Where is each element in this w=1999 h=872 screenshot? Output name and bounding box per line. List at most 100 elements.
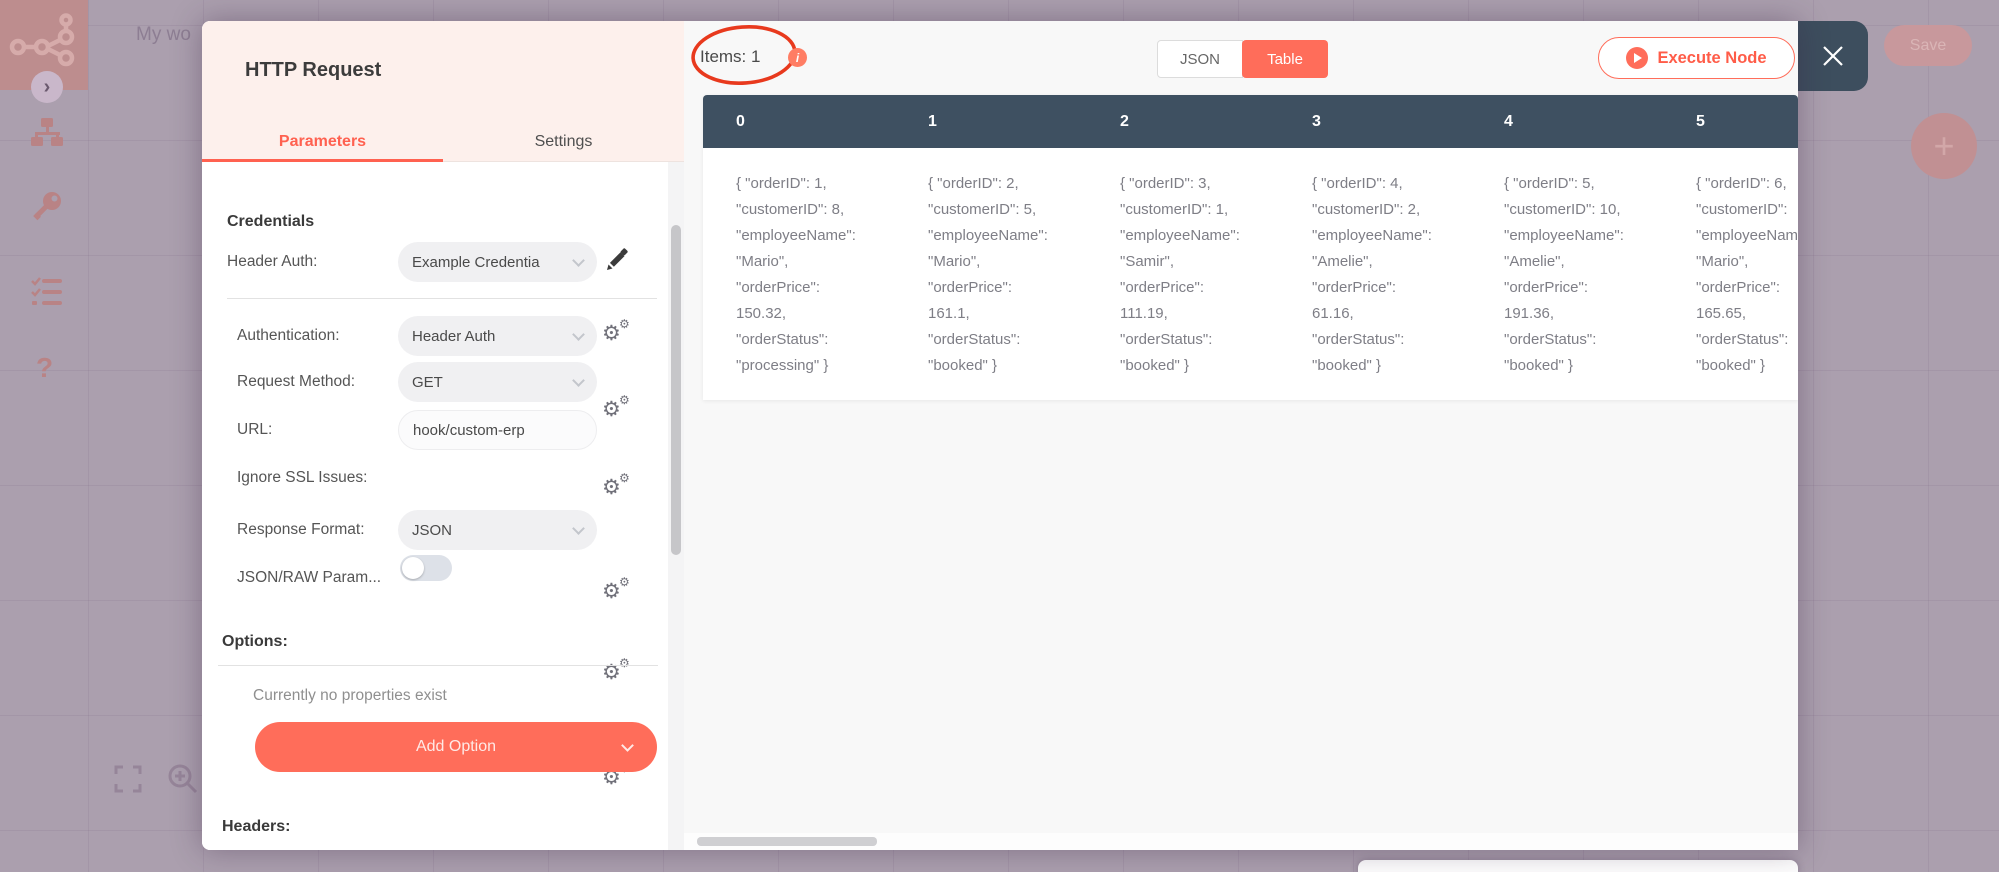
credentials-divider bbox=[227, 298, 657, 299]
output-table-row: { "orderID": 1, "customerID": 8, "employ… bbox=[703, 148, 1798, 379]
gear-small-icon: ⚙ bbox=[619, 317, 630, 331]
request-method-label: Request Method: bbox=[237, 373, 356, 390]
column-header: 3 bbox=[1312, 112, 1321, 130]
column-header: 0 bbox=[736, 112, 745, 130]
authentication-label: Authentication: bbox=[237, 327, 340, 344]
execute-node-button[interactable]: Execute Node bbox=[1598, 37, 1795, 79]
output-table-header: 0 1 2 3 4 5 bbox=[703, 95, 1798, 148]
table-cell: { "orderID": 3, "customerID": 1, "employ… bbox=[1120, 175, 1240, 374]
gear-small-icon: ⚙ bbox=[619, 393, 630, 407]
ignore-ssl-label: Ignore SSL Issues: bbox=[237, 469, 368, 486]
response-format-label: Response Format: bbox=[237, 521, 365, 538]
tab-settings[interactable]: Settings bbox=[443, 121, 684, 162]
view-toggle: JSON Table bbox=[1157, 40, 1328, 78]
app-root: › ? My wo Save + HTTP Request Parameters… bbox=[0, 0, 1999, 872]
gear-icon: ⚙ bbox=[602, 476, 621, 499]
notification-toast bbox=[1358, 860, 1798, 872]
request-method-settings-button[interactable]: ⚙ ⚙ bbox=[602, 393, 634, 427]
output-panel: Items: 1 i JSON Table Execute Node 0 1 2 bbox=[684, 21, 1798, 850]
gear-small-icon: ⚙ bbox=[619, 471, 630, 485]
table-cell: { "orderID": 6, "customerID": "employeeN… bbox=[1696, 175, 1798, 374]
url-settings-button[interactable]: ⚙ ⚙ bbox=[602, 471, 634, 505]
sidebar-item-workflows[interactable] bbox=[30, 116, 64, 155]
column-header: 1 bbox=[928, 112, 937, 130]
add-option-button[interactable]: Add Option bbox=[255, 722, 657, 772]
table-cell: { "orderID": 1, "customerID": 8, "employ… bbox=[736, 175, 856, 374]
zoom-in-button[interactable] bbox=[166, 762, 200, 801]
view-toggle-json[interactable]: JSON bbox=[1157, 40, 1243, 78]
header-auth-select[interactable]: Example Credentia bbox=[398, 242, 597, 282]
authentication-settings-button[interactable]: ⚙ ⚙ bbox=[602, 317, 634, 351]
options-empty-text: Currently no properties exist bbox=[253, 687, 447, 704]
url-label: URL: bbox=[237, 421, 273, 438]
workflow-title[interactable]: My wo bbox=[136, 24, 191, 46]
key-icon bbox=[33, 192, 61, 221]
sidebar-expand-button[interactable]: › bbox=[31, 71, 63, 103]
dialog-tabs: Parameters Settings bbox=[202, 121, 684, 162]
save-button-label: Save bbox=[1909, 36, 1947, 54]
header-auth-label: Header Auth: bbox=[227, 253, 318, 270]
close-dialog-button[interactable] bbox=[1798, 21, 1868, 91]
chevron-right-icon: › bbox=[43, 75, 51, 98]
checklist-icon bbox=[31, 277, 62, 305]
gear-icon: ⚙ bbox=[602, 398, 621, 421]
table-cell: { "orderID": 5, "customerID": 10, "emplo… bbox=[1504, 175, 1624, 374]
request-method-select[interactable]: GET bbox=[398, 362, 597, 402]
column-header: 2 bbox=[1120, 112, 1129, 130]
output-scrollbar-thumb[interactable] bbox=[697, 837, 877, 846]
output-table: 0 1 2 3 4 5 { "orderID": 1, "customerID"… bbox=[703, 95, 1798, 400]
plus-icon: + bbox=[1933, 125, 1955, 166]
fit-view-button[interactable] bbox=[114, 765, 142, 798]
fit-view-icon bbox=[114, 765, 142, 793]
execute-node-label: Execute Node bbox=[1657, 48, 1767, 67]
gear-small-icon: ⚙ bbox=[619, 656, 630, 670]
parameters-panel: HTTP Request Parameters Settings Credent… bbox=[202, 21, 684, 850]
response-format-select[interactable]: JSON bbox=[398, 510, 597, 550]
column-header: 5 bbox=[1696, 112, 1705, 130]
active-tab-underline bbox=[202, 159, 443, 162]
edit-credential-button[interactable] bbox=[604, 247, 630, 278]
ignore-ssl-toggle[interactable] bbox=[400, 555, 452, 581]
url-input[interactable]: hook/custom-erp bbox=[398, 410, 597, 450]
add-option-label: Add Option bbox=[415, 738, 497, 755]
sidebar-item-credentials[interactable] bbox=[31, 190, 64, 228]
info-icon[interactable]: i bbox=[788, 48, 807, 67]
chevron-down-icon bbox=[572, 373, 585, 387]
gear-icon: ⚙ bbox=[602, 580, 621, 603]
json-raw-label: JSON/RAW Param... bbox=[237, 569, 382, 586]
table-cell: { "orderID": 4, "customerID": 2, "employ… bbox=[1312, 175, 1432, 374]
toggle-knob bbox=[402, 557, 424, 579]
authentication-value: Header Auth bbox=[412, 327, 496, 345]
column-header: 4 bbox=[1504, 112, 1513, 130]
credentials-section-title: Credentials bbox=[227, 213, 315, 230]
tab-parameters[interactable]: Parameters bbox=[202, 121, 443, 162]
options-divider bbox=[218, 665, 658, 666]
request-method-value: GET bbox=[412, 373, 443, 391]
zoom-in-icon bbox=[168, 764, 198, 794]
question-mark-icon: ? bbox=[36, 352, 54, 383]
parameters-scrollbar-thumb[interactable] bbox=[671, 225, 681, 555]
items-count: Items: 1 bbox=[700, 47, 761, 66]
http-request-dialog: HTTP Request Parameters Settings Credent… bbox=[202, 21, 1798, 850]
dialog-title: HTTP Request bbox=[245, 59, 382, 81]
play-icon bbox=[1626, 47, 1649, 69]
table-cell: { "orderID": 2, "customerID": 5, "employ… bbox=[928, 175, 1048, 374]
sidebar-item-executions[interactable] bbox=[30, 276, 64, 313]
chevron-down-icon bbox=[572, 327, 585, 341]
gear-small-icon: ⚙ bbox=[619, 575, 630, 589]
info-glyph: i bbox=[795, 50, 800, 65]
view-toggle-table[interactable]: Table bbox=[1242, 40, 1328, 78]
response-format-value: JSON bbox=[412, 521, 453, 539]
add-node-button[interactable]: + bbox=[1911, 113, 1977, 179]
options-section-title: Options: bbox=[222, 633, 288, 650]
gear-icon: ⚙ bbox=[602, 322, 621, 345]
header-auth-value: Example Credentia bbox=[412, 253, 540, 271]
chevron-down-icon bbox=[572, 521, 585, 535]
save-button[interactable]: Save bbox=[1884, 25, 1972, 66]
chevron-down-icon bbox=[572, 253, 585, 267]
ignore-ssl-settings-button[interactable]: ⚙ ⚙ bbox=[602, 575, 634, 609]
sidebar-item-help[interactable]: ? bbox=[36, 352, 53, 384]
authentication-select[interactable]: Header Auth bbox=[398, 316, 597, 356]
url-value: hook/custom-erp bbox=[413, 421, 525, 439]
close-icon bbox=[1823, 46, 1843, 66]
